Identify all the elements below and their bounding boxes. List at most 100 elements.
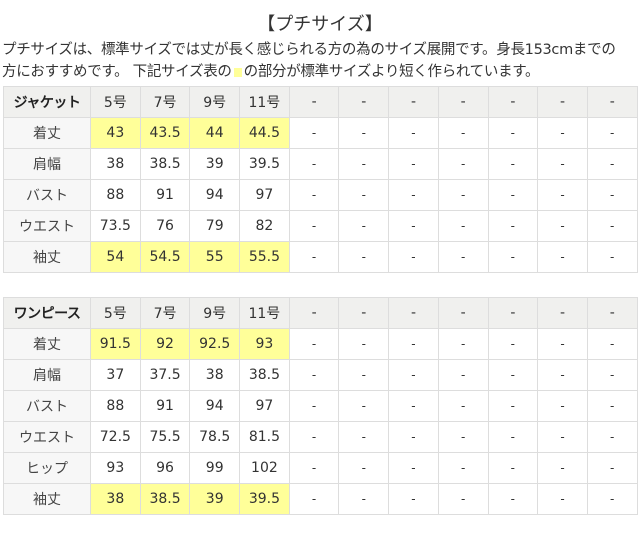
value-cell-empty: - [437, 179, 489, 211]
value-cell-empty: - [388, 179, 439, 211]
row-label: バスト [3, 179, 91, 211]
value-cell-highlighted: 91.5 [90, 328, 141, 360]
row-label: ヒップ [3, 452, 91, 484]
value-cell: 88 [90, 390, 141, 422]
value-cell-empty: - [487, 452, 539, 484]
description-line-2: 方におすすめです。 下記サイズ表の の部分が標準サイズより短く作られています。 [2, 61, 640, 83]
highlight-swatch-icon [233, 68, 242, 77]
value-cell-empty: - [288, 390, 340, 422]
page-title: 【プチサイズ】 [257, 14, 383, 35]
value-cell: 73.5 [90, 210, 141, 242]
table-header-row: ジャケット 5号 7号 9号 11号 - - - - - - - [3, 86, 638, 118]
row-label: 肩幅 [3, 359, 91, 391]
value-cell-empty: - [537, 179, 588, 211]
size-header: 9号 [189, 86, 241, 118]
value-cell-highlighted: 39.5 [239, 483, 290, 515]
value-cell: 94 [189, 179, 241, 211]
value-cell-empty: - [388, 148, 439, 180]
value-cell-empty: - [537, 117, 588, 149]
value-cell-empty: - [437, 483, 489, 515]
table-row: バスト 88 91 94 97- - - - - - - [3, 390, 638, 422]
value-cell: 91 [139, 179, 191, 211]
row-label: ウエスト [3, 421, 91, 453]
size-header-empty: - [586, 297, 638, 329]
value-cell: 94 [189, 390, 241, 422]
row-label: 袖丈 [3, 241, 91, 273]
size-header-empty: - [586, 86, 638, 118]
value-cell-empty: - [388, 359, 439, 391]
value-cell-empty: - [586, 241, 638, 273]
value-cell-empty: - [437, 359, 489, 391]
row-label: 袖丈 [3, 483, 91, 515]
value-cell-empty: - [537, 421, 588, 453]
description-line-2-after: の部分が標準サイズより短く作られています。 [243, 64, 540, 80]
value-cell: 38 [189, 359, 241, 391]
category-label: ワンピース [3, 297, 91, 329]
value-cell-highlighted: 44 [189, 117, 241, 149]
value-cell-empty: - [288, 179, 340, 211]
size-header: 11号 [239, 86, 290, 118]
value-cell-highlighted: 43 [90, 117, 141, 149]
value-cell-empty: - [487, 241, 539, 273]
size-header-empty: - [487, 86, 539, 118]
value-cell-highlighted: 92.5 [189, 328, 241, 360]
value-cell-empty: - [487, 483, 539, 515]
value-cell-empty: - [338, 390, 390, 422]
value-cell-empty: - [437, 241, 489, 273]
value-cell: 97 [239, 179, 290, 211]
value-cell-empty: - [487, 210, 539, 242]
value-cell-empty: - [338, 452, 390, 484]
value-cell-empty: - [388, 390, 439, 422]
value-cell-empty: - [586, 483, 638, 515]
description-line-1: プチサイズは、標準サイズでは丈が長く感じられる方の為のサイズ展開です。身長153… [2, 42, 616, 58]
value-cell-empty: - [586, 148, 638, 180]
value-cell-empty: - [586, 117, 638, 149]
value-cell-highlighted: 38 [90, 483, 141, 515]
value-cell-empty: - [437, 117, 489, 149]
value-cell-empty: - [487, 390, 539, 422]
value-cell-empty: - [537, 452, 588, 484]
value-cell: 39 [189, 148, 241, 180]
table-row: ウエスト 72.5 75.5 78.5 81.5- - - - - - - [3, 421, 638, 453]
size-header-empty: - [437, 297, 489, 329]
value-cell-empty: - [437, 421, 489, 453]
value-cell-empty: - [388, 241, 439, 273]
size-header-empty: - [288, 86, 340, 118]
value-cell: 75.5 [139, 421, 191, 453]
value-cell-empty: - [537, 390, 588, 422]
value-cell: 38.5 [239, 359, 290, 391]
size-header-empty: - [537, 297, 588, 329]
table-row: バスト 88 91 94 97- - - - - - - [3, 179, 638, 211]
table-row: ヒップ 93 96 99 102- - - - - - - [3, 452, 638, 484]
table-row: 肩幅 38 38.5 39 39.5- - - - - - - [3, 148, 638, 180]
description-line-2-before: 方におすすめです。 下記サイズ表の [2, 64, 232, 80]
value-cell-empty: - [537, 241, 588, 273]
value-cell-empty: - [586, 359, 638, 391]
value-cell-empty: - [388, 117, 439, 149]
value-cell: 78.5 [189, 421, 241, 453]
size-header-empty: - [338, 86, 390, 118]
size-header-empty: - [487, 297, 539, 329]
value-cell-empty: - [487, 148, 539, 180]
table-row: 肩幅 37 37.5 38 38.5- - - - - - - [3, 359, 638, 391]
value-cell: 82 [239, 210, 290, 242]
size-header-empty: - [388, 86, 439, 118]
value-cell-highlighted: 39 [189, 483, 241, 515]
value-cell-highlighted: 54.5 [139, 241, 191, 273]
value-cell-empty: - [586, 179, 638, 211]
value-cell-empty: - [487, 359, 539, 391]
value-cell-empty: - [338, 241, 390, 273]
value-cell-empty: - [586, 421, 638, 453]
value-cell: 88 [90, 179, 141, 211]
value-cell-highlighted: 44.5 [239, 117, 290, 149]
size-header-empty: - [437, 86, 489, 118]
size-header: 5号 [90, 86, 141, 118]
value-cell-empty: - [288, 483, 340, 515]
value-cell-highlighted: 92 [139, 328, 191, 360]
value-cell-empty: - [537, 483, 588, 515]
value-cell-empty: - [586, 328, 638, 360]
value-cell-empty: - [537, 328, 588, 360]
table-row: ウエスト 73.5 76 79 82- - - - - - - [3, 210, 638, 242]
jacket-size-table: ジャケット 5号 7号 9号 11号 - - - - - - - 着丈 43 43.5 44 44.5- - - - -… [3, 86, 638, 273]
value-cell-empty: - [487, 117, 539, 149]
